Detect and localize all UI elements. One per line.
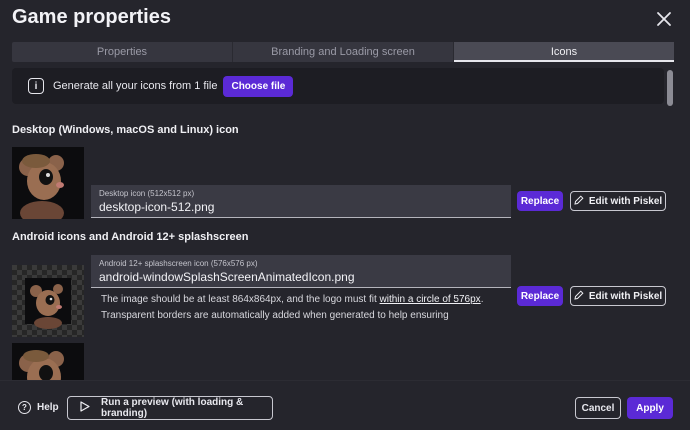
run-preview-button[interactable]: Run a preview (with loading & branding) — [67, 396, 273, 420]
pencil-icon — [574, 194, 584, 208]
pencil-icon — [574, 289, 584, 303]
scrollbar-thumb[interactable] — [667, 70, 673, 106]
tab-icons[interactable]: Icons — [454, 42, 674, 62]
dialog-title: Game properties — [12, 6, 171, 28]
android-splashscreen-field-label: Android 12+ splashscreen icon (576x576 p… — [99, 259, 258, 268]
android-splashscreen-icon-field[interactable]: Android 12+ splashscreen icon (576x576 p… — [91, 255, 511, 288]
desktop-icon-field[interactable]: Desktop icon (512x512 px) desktop-icon-5… — [91, 185, 511, 218]
generate-icons-banner: i Generate all your icons from 1 file Ch… — [12, 68, 664, 104]
desktop-edit-with-piskel-button[interactable]: Edit with Piskel — [570, 191, 666, 211]
help-button[interactable]: ? Help — [18, 401, 59, 414]
android-icon-preview[interactable] — [12, 343, 84, 380]
choose-file-button[interactable]: Choose file — [223, 75, 294, 97]
help-text-prefix: The image should be at least 864x864px, … — [101, 294, 380, 305]
desktop-icon-preview[interactable] — [12, 147, 84, 219]
banner-text: Generate all your icons from 1 file — [53, 80, 218, 92]
edit-with-piskel-label: Edit with Piskel — [588, 195, 663, 207]
desktop-icon-field-value[interactable]: desktop-icon-512.png — [99, 200, 503, 214]
help-label: Help — [37, 402, 59, 413]
info-icon: i — [28, 78, 44, 94]
android-splashscreen-icon-preview[interactable] — [12, 265, 84, 337]
android-replace-button[interactable]: Replace — [517, 286, 563, 306]
apply-button[interactable]: Apply — [627, 397, 673, 419]
edit-with-piskel-label: Edit with Piskel — [588, 290, 663, 302]
android-splashscreen-help-text: The image should be at least 864x864px, … — [101, 292, 501, 324]
close-icon[interactable] — [654, 9, 674, 29]
android-section-title: Android icons and Android 12+ splashscre… — [12, 231, 249, 243]
footer-divider — [0, 380, 690, 381]
circle-576px-link[interactable]: within a circle of 576px — [380, 294, 481, 305]
question-icon: ? — [18, 401, 31, 414]
tab-properties[interactable]: Properties — [12, 42, 233, 62]
tab-branding-loading-screen[interactable]: Branding and Loading screen — [233, 42, 454, 62]
play-icon — [80, 401, 90, 415]
cancel-button[interactable]: Cancel — [575, 397, 621, 419]
android-splashscreen-field-value[interactable]: android-windowSplashScreenAnimatedIcon.p… — [99, 270, 503, 284]
desktop-icon-field-label: Desktop icon (512x512 px) — [99, 189, 195, 198]
desktop-replace-button[interactable]: Replace — [517, 191, 563, 211]
tab-bar: Properties Branding and Loading screen I… — [12, 42, 674, 62]
android-edit-with-piskel-button[interactable]: Edit with Piskel — [570, 286, 666, 306]
desktop-section-title: Desktop (Windows, macOS and Linux) icon — [12, 124, 239, 136]
run-preview-label: Run a preview (with loading & branding) — [101, 397, 244, 419]
